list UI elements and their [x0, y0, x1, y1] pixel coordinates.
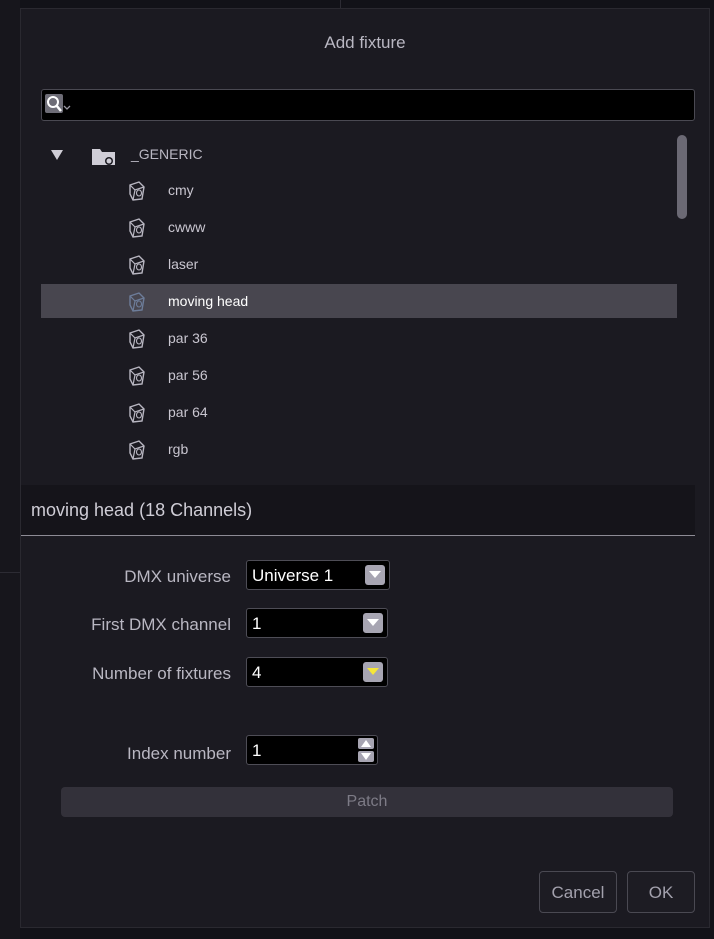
- fixture-icon: [127, 472, 147, 473]
- search-input[interactable]: [41, 89, 695, 121]
- tree-item-label: rgb: [168, 441, 189, 457]
- fixture-icon: [129, 218, 145, 238]
- tree-item[interactable]: par 56: [41, 358, 677, 392]
- chevron-down-icon: [367, 668, 379, 675]
- dropdown-button[interactable]: [363, 613, 383, 633]
- chevron-down-icon: [369, 571, 381, 578]
- ok-button[interactable]: OK: [627, 871, 695, 913]
- tree-item[interactable]: cwww: [41, 210, 677, 244]
- spin-buttons: [358, 738, 374, 762]
- tree-item[interactable]: par 36: [41, 321, 677, 355]
- chevron-up-icon: [361, 740, 371, 747]
- fixture-icon: [129, 329, 145, 349]
- spin-down-button[interactable]: [358, 751, 374, 762]
- index-number-spinbox[interactable]: 1: [246, 735, 378, 765]
- tree-scrollbar-thumb[interactable]: [677, 135, 687, 219]
- first-dmx-channel-value: 1: [252, 614, 262, 633]
- fixture-icon: [129, 255, 145, 275]
- spin-up-button[interactable]: [358, 738, 374, 749]
- dmx-universe-value: Universe 1: [252, 566, 334, 585]
- fixture-icon: [129, 440, 145, 460]
- fixture-icon: [129, 403, 145, 423]
- divider: [21, 535, 695, 536]
- triangle-down-icon[interactable]: [51, 150, 63, 160]
- add-fixture-dialog: Add fixture _GENERIC cmy cwww laser movi…: [20, 8, 710, 928]
- tree-item-label: moving head: [168, 293, 249, 309]
- background-divider-top: [340, 0, 341, 8]
- fixture-icon: [129, 292, 145, 312]
- tree-item[interactable]: laser: [41, 247, 677, 281]
- patch-button[interactable]: Patch: [61, 787, 673, 817]
- fixture-icon: [129, 366, 145, 386]
- tree-item-label: cmy: [168, 182, 194, 198]
- dropdown-button[interactable]: [365, 565, 385, 585]
- fixture-icon: [129, 181, 145, 201]
- magnifier-icon[interactable]: [44, 93, 72, 117]
- dialog-title: Add fixture: [324, 33, 406, 52]
- folder-label: _GENERIC: [131, 146, 203, 162]
- dropdown-button[interactable]: [363, 662, 383, 682]
- background-window-left: [0, 0, 20, 939]
- tree-item[interactable]: par 64: [41, 395, 677, 429]
- chevron-down-icon: [367, 619, 379, 626]
- index-number-label: Index number: [127, 744, 231, 763]
- index-number-value: 1: [252, 741, 262, 760]
- number-of-fixtures-value: 4: [252, 663, 262, 682]
- tree-item-label: cwww: [168, 219, 206, 235]
- background-divider: [0, 572, 20, 573]
- dmx-universe-label: DMX universe: [124, 567, 231, 586]
- tree-item[interactable]: cmy: [41, 173, 677, 207]
- chevron-down-icon: [361, 753, 371, 760]
- tree-item-label: par 56: [168, 367, 208, 383]
- tree-item[interactable]: rgba: [41, 465, 677, 473]
- folder-icon: [92, 149, 115, 165]
- tree-item-label: par 36: [168, 330, 208, 346]
- tree-item-label: rgba: [168, 465, 196, 473]
- tree-folder-generic[interactable]: _GENERIC: [41, 137, 677, 171]
- tree-item-selected[interactable]: moving head: [41, 284, 677, 318]
- number-of-fixtures-label: Number of fixtures: [92, 664, 231, 683]
- number-of-fixtures-select[interactable]: 4: [246, 657, 388, 687]
- tree-item-label: laser: [168, 256, 199, 272]
- cancel-button[interactable]: Cancel: [539, 871, 617, 913]
- fixture-tree[interactable]: _GENERIC cmy cwww laser moving head par …: [41, 137, 701, 473]
- dmx-universe-select[interactable]: Universe 1: [246, 560, 390, 590]
- first-dmx-channel-select[interactable]: 1: [246, 608, 388, 638]
- tree-item[interactable]: rgb: [41, 432, 677, 466]
- tree-item-label: par 64: [168, 404, 208, 420]
- selected-fixture-info: moving head (18 Channels): [21, 485, 695, 535]
- first-dmx-channel-label: First DMX channel: [91, 615, 231, 634]
